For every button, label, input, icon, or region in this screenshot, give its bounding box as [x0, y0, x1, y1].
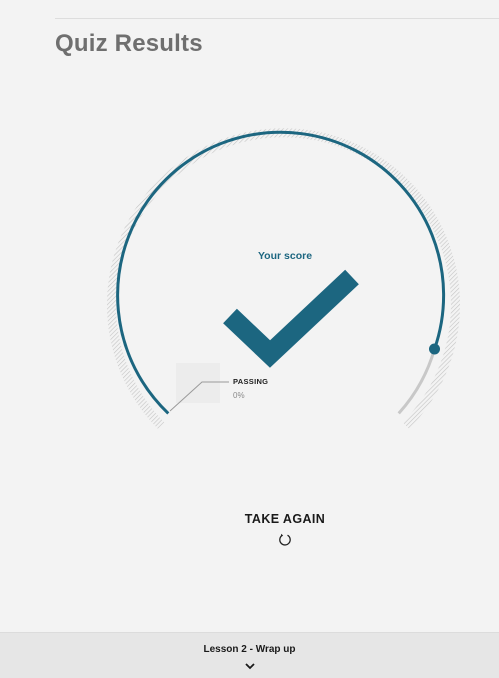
next-lesson-label: Lesson 2 - Wrap up	[203, 644, 296, 655]
score-gauge: Your score PASSING 0%	[0, 0, 499, 480]
take-again-button[interactable]: TAKE AGAIN	[205, 506, 365, 556]
gauge-score-marker	[429, 343, 440, 355]
gauge-hatch-track	[107, 128, 460, 429]
gauge-graphic	[107, 128, 460, 429]
next-lesson-bar[interactable]: Lesson 2 - Wrap up	[0, 632, 499, 678]
checkmark-icon	[223, 269, 359, 368]
take-again-label: TAKE AGAIN	[244, 512, 326, 526]
chevron-down-icon	[244, 657, 255, 675]
passing-label: PASSING	[233, 377, 269, 386]
passing-indicator-shade	[176, 363, 220, 403]
passing-value: 0%	[233, 391, 245, 400]
retry-icon	[278, 533, 292, 552]
score-label: Your score	[257, 250, 313, 262]
